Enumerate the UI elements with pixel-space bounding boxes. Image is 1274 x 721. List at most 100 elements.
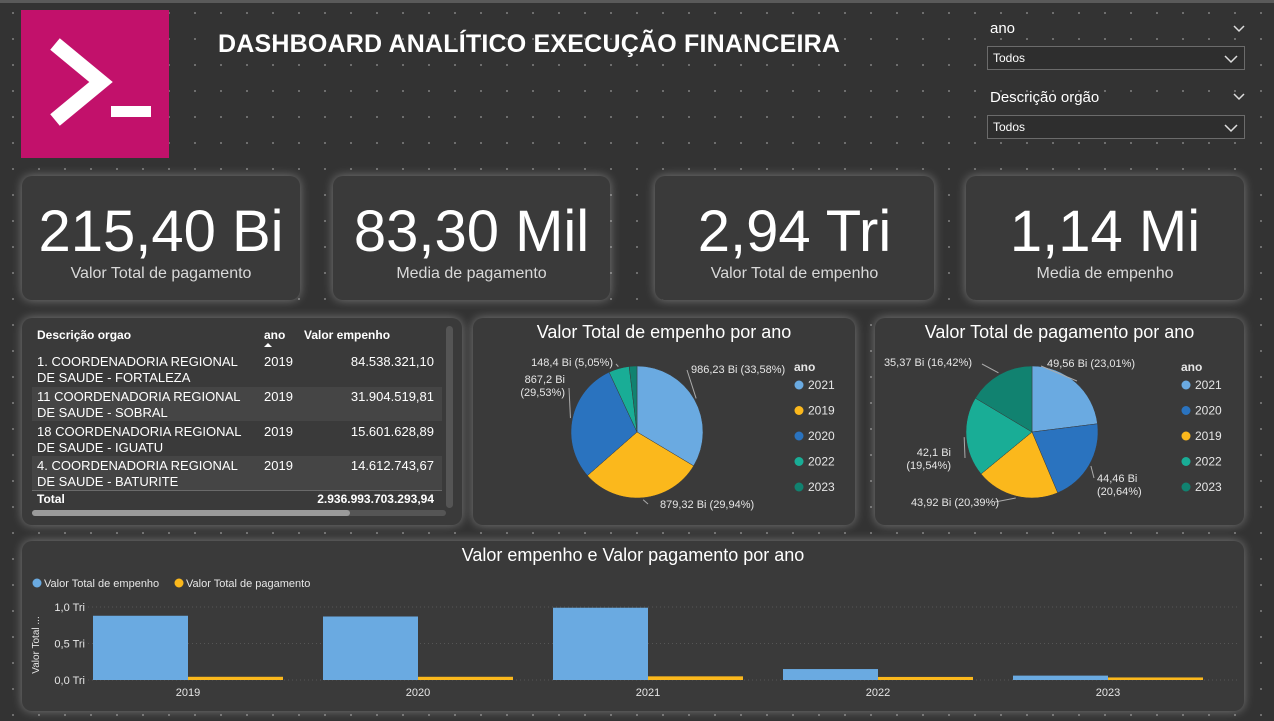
total-label: Total [37, 492, 65, 506]
kpi-value: 1,14 Mi [1009, 199, 1201, 264]
table-row[interactable]: 4. COORDENADORIA REGIONAL DE SAUDE - BAT… [32, 456, 442, 490]
column-header-orgao[interactable]: Descrição orgao [37, 328, 131, 342]
y-tick-label: 1,0 Tri [54, 602, 85, 614]
bar-2020-1[interactable] [418, 676, 513, 680]
bar-2023-1[interactable] [1108, 677, 1203, 680]
data-label: 986,23 Bi (33,58%) [691, 364, 785, 376]
legend-item-2022[interactable]: 2022 [808, 455, 835, 469]
cell-orgao: 18 COORDENADORIA REGIONAL DE SAUDE - IGU… [37, 424, 241, 455]
legend-item-2020[interactable]: 2020 [808, 429, 835, 443]
pie-chart-empenho-card: Valor Total de empenho por ano 986,23 Bi… [473, 318, 855, 525]
data-label-leader [642, 499, 649, 505]
chevron-down-icon[interactable] [1232, 22, 1246, 36]
legend-item-2022[interactable]: 2022 [1195, 455, 1222, 469]
bar-chart: Valor Total de empenho Valor Total de pag… [31, 578, 1238, 699]
data-label-leader [963, 437, 966, 459]
kpi-value: 215,40 Bi [38, 199, 284, 264]
cell-valor: 84.538.321,10 [350, 354, 434, 369]
column-header-valor[interactable]: Valor empenho [304, 328, 390, 342]
total-value: 2.936.993.703.293,94 [317, 492, 434, 506]
x-tick-label: 2021 [636, 687, 660, 699]
legend-marker [794, 482, 804, 492]
kpi-label: Valor Total de empenho [710, 265, 879, 282]
kpi-card-media-pagamento: 83,30 Mil Media de pagamento [333, 176, 610, 300]
bar-2022-0[interactable] [783, 669, 878, 680]
cell-orgao: 4. COORDENADORIA REGIONAL DE SAUDE - BAT… [37, 458, 238, 489]
cell-orgao: 1. COORDENADORIA REGIONAL DE SAUDE - FOR… [37, 354, 238, 385]
kpi-label: Valor Total de pagamento [70, 265, 252, 282]
legend-title: ano [794, 360, 815, 374]
cell-ano: 2019 [264, 424, 293, 439]
page-title: DASHBOARD ANALÍTICO EXECUÇÃO FINANCEIRA [218, 30, 841, 58]
data-label-leader [615, 363, 619, 367]
data-label: 44,46 Bi [1097, 473, 1137, 485]
chevron-down-icon[interactable] [1232, 90, 1246, 104]
bar-2021-1[interactable] [648, 676, 743, 680]
data-label-leader [568, 387, 571, 419]
bar-2022-1[interactable] [878, 676, 973, 680]
vertical-scrollbar[interactable] [446, 326, 453, 508]
legend-item-2019[interactable]: 2019 [808, 404, 835, 418]
horizontal-scrollbar-thumb[interactable] [32, 510, 350, 516]
cell-ano: 2019 [264, 389, 293, 404]
cell-valor: 15.601.628,89 [350, 424, 434, 439]
legend-item-2023[interactable]: 2023 [808, 480, 835, 494]
filter-ano-label: ano [990, 20, 1016, 37]
legend-title: ano [1181, 360, 1202, 374]
legend-marker [32, 578, 42, 588]
legend-item-2021[interactable]: 2021 [808, 378, 835, 392]
legend-item[interactable]: Valor Total de pagamento [186, 578, 310, 590]
x-tick-label: 2022 [866, 687, 890, 699]
table-row[interactable]: 11 COORDENADORIA REGIONAL DE SAUDE - SOB… [32, 387, 442, 421]
cell-ano: 2019 [264, 458, 293, 473]
chevron-down-icon [1224, 124, 1238, 133]
sort-ascending-icon [264, 343, 272, 347]
legend-item-2020[interactable]: 2020 [1195, 404, 1222, 418]
kpi-label: Media de empenho [1036, 265, 1174, 282]
bar-chart-card: Valor empenho e Valor pagamento por ano … [22, 541, 1244, 711]
cell-orgao: 11 COORDENADORIA REGIONAL DE SAUDE - SOB… [37, 389, 240, 420]
table-row[interactable]: 1. COORDENADORIA REGIONAL DE SAUDE - FOR… [32, 352, 442, 386]
legend-item-2019[interactable]: 2019 [1195, 429, 1222, 443]
legend-item-2021[interactable]: 2021 [1195, 378, 1222, 392]
cell-valor: 31.904.519,81 [350, 389, 434, 404]
horizontal-scrollbar[interactable] [32, 510, 446, 516]
data-label: 42,1 Bi [917, 447, 951, 459]
data-label: (29,53%) [520, 387, 565, 399]
kpi-card-total-empenho: 2,94 Tri Valor Total de empenho [655, 176, 934, 300]
data-label: (20,64%) [1097, 486, 1142, 498]
bar-2020-0[interactable] [323, 616, 418, 680]
y-axis-label: Valor Total ... [31, 616, 42, 673]
kpi-value: 2,94 Tri [697, 199, 892, 264]
filter-orgao-dropdown[interactable]: Todos [987, 115, 1245, 139]
x-tick-label: 2019 [176, 687, 200, 699]
legend-marker [1181, 457, 1191, 466]
top-border [0, 0, 1274, 3]
pie-chart-pagamento: 49,56 Bi (23,01%) 44,46 Bi(20,64%) 43,92 B… [884, 357, 1222, 509]
bar-2021-0[interactable] [553, 607, 648, 680]
filter-ano-dropdown[interactable]: Todos [987, 46, 1245, 70]
bar-2019-1[interactable] [188, 676, 283, 680]
table-row[interactable]: 18 COORDENADORIA REGIONAL DE SAUDE - IGU… [32, 422, 442, 456]
bar-2023-0[interactable] [1013, 675, 1108, 680]
kpi-label: Media de pagamento [396, 265, 547, 282]
column-header-ano[interactable]: ano [264, 328, 285, 342]
filter-orgao-value: Todos [993, 120, 1026, 134]
y-tick-label: 0,0 Tri [54, 675, 85, 687]
total-divider [32, 490, 442, 491]
legend-marker [174, 578, 184, 588]
bar-2019-0[interactable] [93, 615, 188, 680]
data-label: 43,92 Bi (20,39%) [911, 497, 999, 509]
data-label: 148,4 Bi (5,05%) [531, 357, 613, 369]
terminal-prompt-icon [50, 38, 151, 126]
x-tick-label: 2023 [1096, 687, 1120, 699]
data-label: 867,2 Bi [525, 374, 565, 386]
pie-chart-pagamento-card: Valor Total de pagamento por ano 49,56 B… [875, 318, 1244, 525]
x-tick-label: 2020 [406, 687, 430, 699]
filter-ano-value: Todos [993, 51, 1026, 65]
data-label: 35,37 Bi (16,42%) [884, 357, 972, 369]
legend-item-2023[interactable]: 2023 [1195, 480, 1222, 494]
filter-orgao-label: Descrição orgão [990, 89, 1100, 106]
legend-item[interactable]: Valor Total de empenho [44, 578, 159, 590]
data-label-leader [981, 363, 999, 374]
